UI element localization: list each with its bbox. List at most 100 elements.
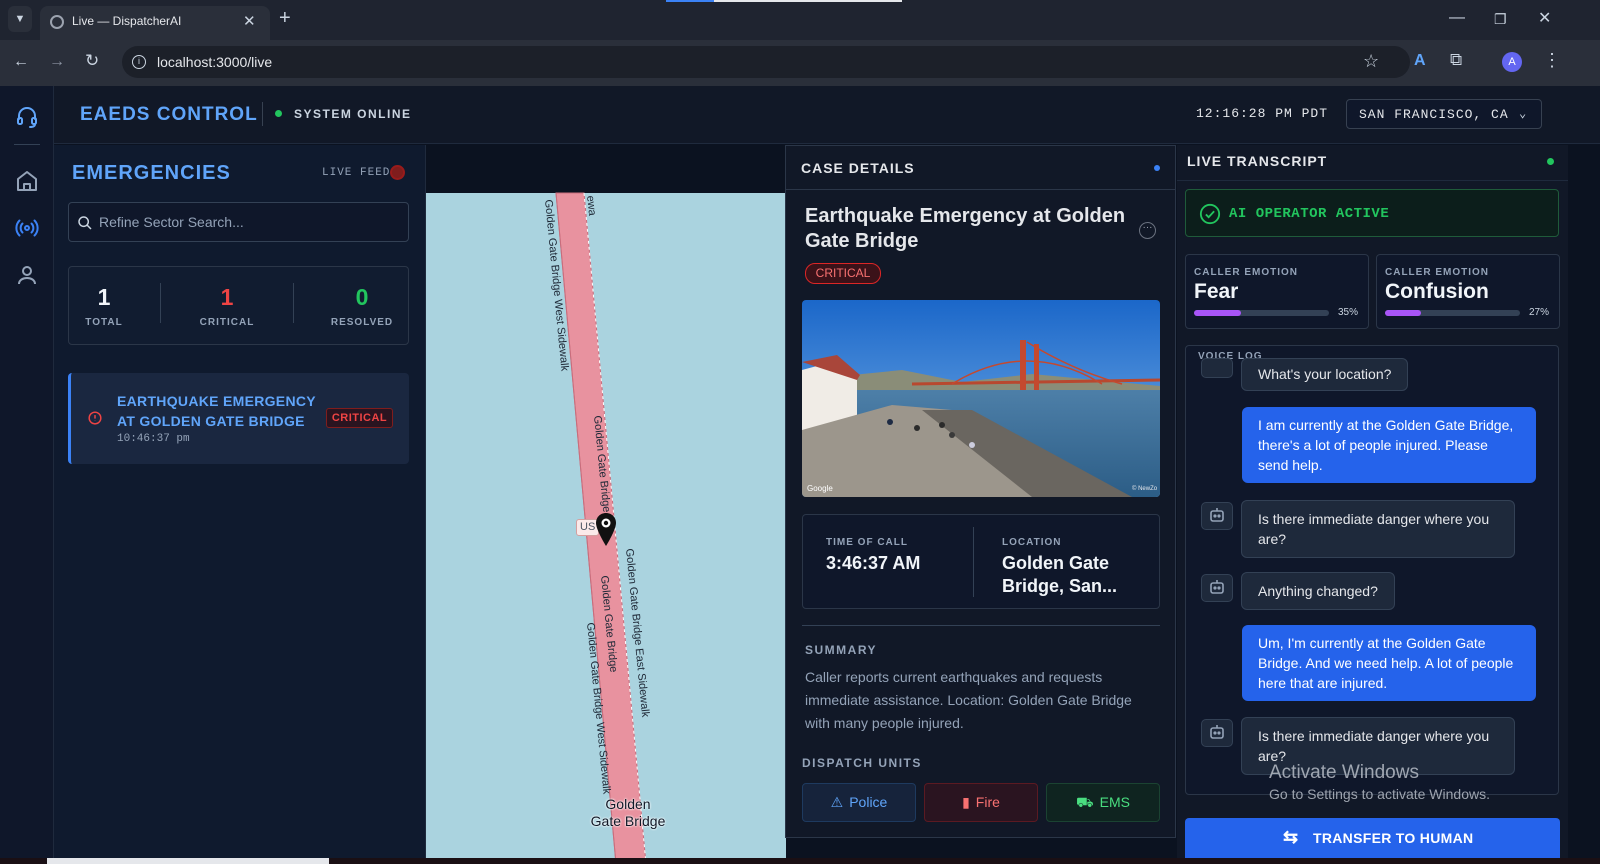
street-view-image <box>802 300 1160 497</box>
url-text: localhost:3000/live <box>157 54 273 70</box>
case-header: CASE DETAILS <box>786 146 1175 190</box>
nav-rail <box>0 86 54 864</box>
back-icon[interactable]: ← <box>13 54 29 70</box>
emotion-bar-fill <box>1385 310 1422 316</box>
time-of-call-value: 3:46:37 AM <box>826 553 921 573</box>
app-header: EAEDS CONTROL SYSTEM ONLINE 12:16:28 PM … <box>54 86 1600 144</box>
ai-operator-status: AI OPERATOR ACTIVE <box>1185 189 1559 237</box>
stat-critical-value: 1 <box>220 284 234 310</box>
stats-card: 1 TOTAL 1 CRITICAL 0 RESOLVED <box>68 266 409 345</box>
browser-tab[interactable]: Live — DispatcherAI ✕ <box>40 6 270 40</box>
case-title: Earthquake Emergency at Golden Gate Brid… <box>805 205 1126 252</box>
tab-favicon <box>50 15 64 29</box>
alert-circle-icon <box>88 411 102 425</box>
critical-badge: CRITICAL <box>326 408 393 428</box>
browser-menu-icon[interactable]: ⋮ <box>1543 51 1561 69</box>
new-tab-button[interactable]: + <box>279 8 291 28</box>
search-input[interactable] <box>99 212 389 232</box>
bot-icon <box>1201 358 1233 378</box>
rail-divider <box>14 144 40 145</box>
address-bar-row: ← → ↻ i localhost:3000/live ☆ A ⧉ A ⋮ <box>0 40 1600 86</box>
watermark-line1: Activate Windows <box>1269 762 1419 783</box>
voice-log[interactable]: VOICE LOG What's your location? I am cur… <box>1185 345 1559 795</box>
emotion-label: CALLER EMOTION <box>1194 267 1298 278</box>
police-label: Police <box>849 794 888 810</box>
summary-text: Caller reports current earthquakes and r… <box>805 669 1132 731</box>
headset-icon[interactable] <box>15 105 39 129</box>
restore-button[interactable]: ❐ <box>1494 11 1507 27</box>
dispatch-ems-button[interactable]: ⛟ EMS <box>1046 783 1160 822</box>
forward-icon[interactable]: → <box>49 54 65 70</box>
map-label-fragment: ewa <box>584 195 599 217</box>
minimize-button[interactable]: — <box>1449 10 1465 26</box>
transcript-panel: LIVE TRANSCRIPT AI OPERATOR ACTIVE CALLE… <box>1177 145 1568 864</box>
region-select[interactable]: SAN FRANCISCO, CA ⌄ <box>1346 99 1542 129</box>
photo-credit-left: Google <box>807 484 833 493</box>
message-caller: I am currently at the Golden Gate Bridge… <box>1242 407 1536 483</box>
close-window-button[interactable]: ✕ <box>1538 11 1551 27</box>
street-view-photo[interactable]: Google © NewZo <box>802 300 1160 497</box>
transfer-label: TRANSFER TO HUMAN <box>1313 830 1474 846</box>
ai-status-text: AI OPERATOR ACTIVE <box>1229 206 1390 222</box>
system-status: SYSTEM ONLINE <box>294 107 412 121</box>
case-header-dot <box>1154 165 1160 171</box>
dispatch-police-button[interactable]: ⚠ Police <box>802 783 916 822</box>
tab-list-button[interactable]: ▼ <box>8 6 32 32</box>
location-value: Golden Gate Bridge, San... <box>1002 553 1118 596</box>
transcript-title: LIVE TRANSCRIPT <box>1187 153 1328 169</box>
police-siren-icon: ⚠ <box>830 794 844 810</box>
more-options-icon[interactable]: ··· <box>1139 222 1156 239</box>
taskbar-hint-light <box>47 858 329 864</box>
emergencies-panel: EMERGENCIES LIVE FEED 1 TOTAL 1 CRITICAL… <box>54 145 426 864</box>
transcript-header-divider <box>1177 180 1568 181</box>
omnibox[interactable]: i localhost:3000/live ☆ <box>122 46 1410 78</box>
transfer-arrows-icon: ⇆ <box>1283 827 1299 847</box>
emergency-time: 10:46:37 pm <box>117 433 190 445</box>
bookmark-star-icon[interactable]: ☆ <box>1363 51 1379 72</box>
message-ai: Anything changed? <box>1241 572 1395 610</box>
ambulance-icon: ⛟ <box>1076 794 1094 810</box>
close-tab-icon[interactable]: ✕ <box>243 12 256 30</box>
emotion-card-confusion: CALLER EMOTION Confusion 27% <box>1376 254 1560 329</box>
summary-label: SUMMARY <box>805 643 878 657</box>
broadcast-icon[interactable] <box>15 216 39 240</box>
emotion-value: Confusion <box>1385 280 1489 303</box>
emergencies-title: EMERGENCIES <box>72 162 231 184</box>
browser-tab-bar: ▼ Live — DispatcherAI ✕ + — ❐ ✕ <box>0 0 1600 40</box>
reload-icon[interactable]: ↻ <box>85 52 99 69</box>
emotion-bar <box>1385 310 1520 316</box>
status-dot <box>275 110 282 117</box>
emotion-percent: 35% <box>1338 307 1359 318</box>
stat-total-value: 1 <box>97 284 111 310</box>
call-info-card: TIME OF CALL 3:46:37 AM LOCATION Golden … <box>802 514 1160 609</box>
place-label-line2: Gate Bridge <box>590 813 666 829</box>
ems-label: EMS <box>1099 794 1130 810</box>
emotion-value: Fear <box>1194 280 1239 303</box>
extension-icon[interactable]: A <box>1414 53 1426 69</box>
message-ai: Is there immediate danger where you are? <box>1241 500 1515 558</box>
site-info-icon[interactable]: i <box>132 55 146 69</box>
header-divider <box>262 102 263 126</box>
map-view[interactable]: ewa Golden Gate Bridge West Sidewalk Gol… <box>426 145 786 864</box>
home-icon[interactable] <box>15 169 39 193</box>
tab-title: Live — DispatcherAI <box>72 14 182 28</box>
dispatch-units-label: DISPATCH UNITS <box>802 756 922 770</box>
user-icon[interactable] <box>15 263 39 287</box>
sector-search[interactable] <box>68 202 409 242</box>
emotion-card-fear: CALLER EMOTION Fear 35% <box>1185 254 1369 329</box>
location-pin-icon[interactable] <box>594 512 618 548</box>
bot-icon <box>1201 574 1233 602</box>
emotion-bar-fill <box>1194 310 1242 316</box>
region-value: SAN FRANCISCO, CA <box>1359 107 1509 122</box>
watermark-line2: Go to Settings to activate Windows. <box>1269 786 1490 802</box>
profile-avatar[interactable]: A <box>1502 52 1522 72</box>
time-of-call-label: TIME OF CALL <box>826 537 908 548</box>
stat-resolved-value: 0 <box>355 284 369 310</box>
case-details-panel: CASE DETAILS Earthquake Emergency at Gol… <box>785 145 1176 838</box>
extensions-puzzle-icon[interactable]: ⧉ <box>1450 51 1462 68</box>
place-label-line1: Golden <box>605 796 651 812</box>
activate-windows-watermark: Activate Windows Go to Settings to activ… <box>1269 762 1490 802</box>
severity-badge: CRITICAL <box>805 263 881 284</box>
emergency-list-item[interactable]: EARTHQUAKE EMERGENCY AT GOLDEN GATE BRID… <box>68 373 409 464</box>
dispatch-fire-button[interactable]: ▮ Fire <box>924 783 1038 822</box>
